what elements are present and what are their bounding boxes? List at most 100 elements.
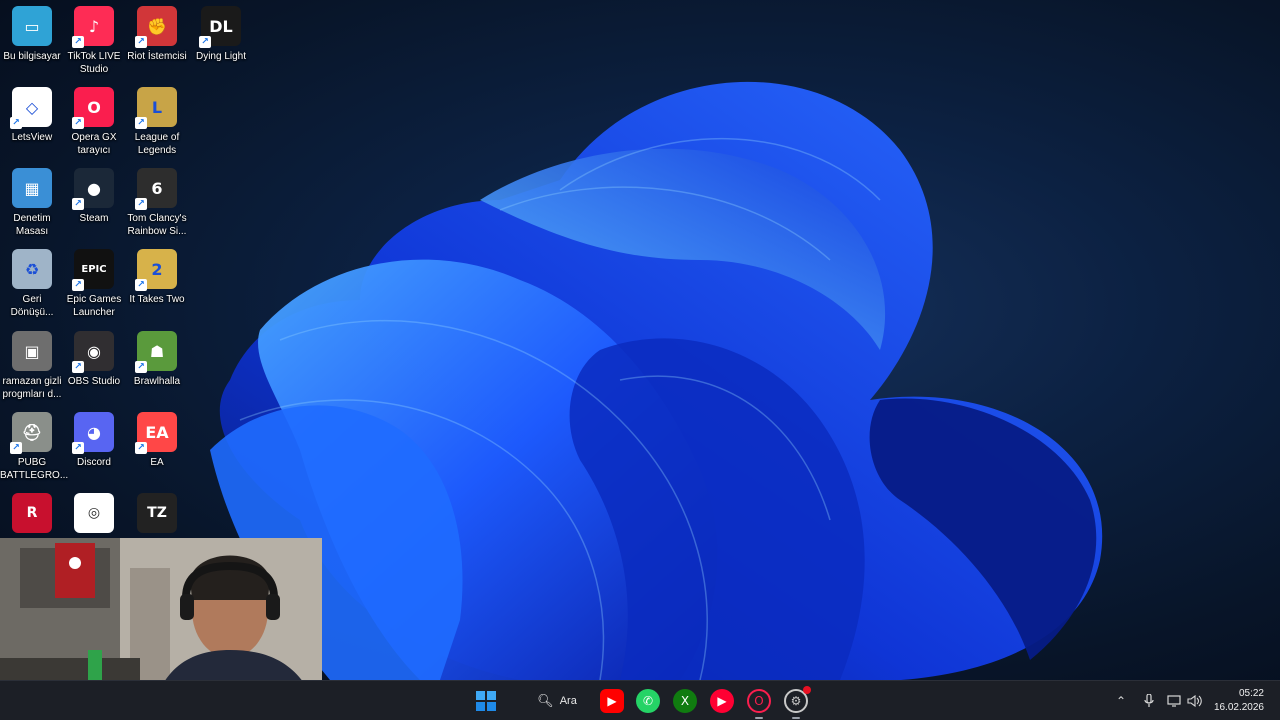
desktop-shortcut[interactable]: 6 ↗ Tom Clancy's Rainbow Si... bbox=[125, 168, 189, 238]
shortcut-arrow-icon: ↗ bbox=[135, 361, 147, 373]
network-button[interactable] bbox=[1166, 689, 1182, 713]
desktop-shortcut-label: OBS Studio bbox=[67, 376, 121, 387]
desktop-shortcut-label: Bu bilgisayar bbox=[3, 51, 61, 62]
taskbar-app-button[interactable]: ✆ bbox=[635, 688, 661, 714]
desktop-shortcut[interactable]: ▣ ramazan gizli progmları d... bbox=[0, 331, 64, 401]
epic-games-icon: EPIC ↗ bbox=[72, 249, 114, 291]
ubisoft-icon: ◎ bbox=[74, 493, 114, 533]
xbox-icon: X bbox=[673, 689, 697, 713]
discord-icon: ◕ ↗ bbox=[72, 412, 114, 454]
desktop-shortcut-label: Dying Light bbox=[195, 51, 247, 62]
desktop-shortcut[interactable]: EPIC ↗ Epic Games Launcher bbox=[62, 249, 126, 319]
desktop-shortcut[interactable]: ✊ ↗ Riot İstemcisi bbox=[125, 6, 189, 63]
desktop-shortcut[interactable]: ☗ ↗ Brawlhalla bbox=[125, 331, 189, 388]
running-indicator bbox=[755, 717, 763, 719]
desktop-shortcut-label: League of Legends bbox=[134, 132, 180, 156]
desktop-shortcut[interactable]: ◕ ↗ Discord bbox=[62, 412, 126, 469]
tzar-icon: TZ bbox=[137, 493, 177, 533]
desktop-shortcut-label: ramazan gizli progmları d... bbox=[2, 376, 62, 400]
speaker-icon bbox=[1187, 695, 1202, 707]
desktop-shortcut[interactable]: ◇ ↗ LetsView bbox=[0, 87, 64, 144]
taskbar-app-button[interactable]: ▶ bbox=[599, 688, 625, 714]
taskbar-app-button[interactable]: O bbox=[746, 688, 772, 719]
desktop-shortcut[interactable]: TZ bbox=[125, 493, 189, 533]
dying-light-icon: DL ↗ bbox=[199, 6, 241, 48]
volume-button[interactable] bbox=[1186, 689, 1204, 713]
desktop-shortcut-label: Riot İstemcisi bbox=[127, 51, 187, 62]
shortcut-arrow-icon: ↗ bbox=[199, 36, 211, 48]
obs-icon: ◉ ↗ bbox=[72, 331, 114, 373]
shortcut-arrow-icon: ↗ bbox=[10, 117, 22, 129]
steam-icon: ● ↗ bbox=[72, 168, 114, 210]
shortcut-arrow-icon: ↗ bbox=[72, 279, 84, 291]
pubg-icon: ⛑ ↗ bbox=[10, 412, 52, 454]
shortcut-arrow-icon: ↗ bbox=[72, 361, 84, 373]
windows-logo-icon bbox=[476, 691, 496, 711]
desktop-shortcut[interactable]: L ↗ League of Legends bbox=[125, 87, 189, 157]
desktop-shortcut[interactable]: ▦ Denetim Masası bbox=[0, 168, 64, 238]
shortcut-arrow-icon: ↗ bbox=[72, 442, 84, 454]
shortcut-arrow-icon: ↗ bbox=[72, 198, 84, 210]
shortcut-arrow-icon: ↗ bbox=[135, 442, 147, 454]
search-button[interactable]: 🔍︎ Ara bbox=[520, 687, 594, 715]
search-label: Ara bbox=[559, 695, 577, 707]
show-hidden-icons-button[interactable]: ⌃ bbox=[1114, 689, 1128, 713]
ea-icon: EA ↗ bbox=[135, 412, 177, 454]
start-button[interactable] bbox=[474, 689, 498, 713]
desktop-shortcut[interactable]: ◎ bbox=[62, 493, 126, 533]
taskbar-app-button[interactable]: ⚙ bbox=[783, 686, 811, 719]
shortcut-arrow-icon: ↗ bbox=[135, 198, 147, 210]
desktop-shortcut[interactable]: O ↗ Opera GX tarayıcı bbox=[62, 87, 126, 157]
desktop-shortcut[interactable]: 2 ↗ It Takes Two bbox=[125, 249, 189, 306]
notification-badge bbox=[803, 686, 811, 694]
desktop-shortcut-label: TikTok LIVE Studio bbox=[67, 51, 121, 75]
desktop-shortcut[interactable]: R bbox=[0, 493, 64, 533]
control-panel-icon: ▦ bbox=[12, 168, 52, 208]
desktop-shortcut-label: Epic Games Launcher bbox=[66, 294, 122, 318]
desktop-shortcut-label: Steam bbox=[79, 213, 109, 224]
desktop-shortcut-label: Denetim Masası bbox=[13, 213, 51, 237]
recycle-bin-icon: ♻ bbox=[12, 249, 52, 289]
tiktok-icon: ♪ ↗ bbox=[72, 6, 114, 48]
search-icon: 🔍︎ bbox=[537, 693, 554, 708]
network-icon bbox=[1167, 695, 1181, 707]
desktop-shortcut-label: Geri Dönüşü... bbox=[10, 294, 54, 318]
rainbow-six-icon: 6 ↗ bbox=[135, 168, 177, 210]
desktop-shortcut[interactable]: DL ↗ Dying Light bbox=[189, 6, 253, 63]
opera-gx-icon: O bbox=[747, 689, 771, 713]
chevron-up-icon: ⌃ bbox=[1115, 694, 1127, 708]
it-takes-two-icon: 2 ↗ bbox=[135, 249, 177, 291]
microphone-icon bbox=[1144, 694, 1154, 707]
shortcut-arrow-icon: ↗ bbox=[72, 117, 84, 129]
desktop-shortcut[interactable]: ● ↗ Steam bbox=[62, 168, 126, 225]
camera-folder-icon: ▣ bbox=[12, 331, 52, 371]
desktop-shortcut-label: PUBG BATTLEGRO... bbox=[0, 457, 69, 481]
league-icon: L ↗ bbox=[135, 87, 177, 129]
desktop-shortcut-label: Opera GX tarayıcı bbox=[71, 132, 117, 156]
riot-icon: ✊ ↗ bbox=[135, 6, 177, 48]
desktop-shortcut-label: Discord bbox=[77, 457, 111, 468]
desktop-shortcut[interactable]: ♻ Geri Dönüşü... bbox=[0, 249, 64, 319]
taskbar: 🔍︎ Ara ▶ ✆ X ▶ O ⚙ ⌃ 05:22 16.02.2026 bbox=[0, 680, 1280, 720]
taskbar-app-button[interactable]: ▶ bbox=[709, 688, 735, 714]
desktop-shortcut-label: Tom Clancy's Rainbow Si... bbox=[127, 213, 187, 237]
running-indicator bbox=[792, 717, 800, 719]
desktop-shortcut[interactable]: EA ↗ EA bbox=[125, 412, 189, 469]
desktop-shortcut[interactable]: ▭ Bu bilgisayar bbox=[0, 6, 64, 63]
desktop-shortcut-label: LetsView bbox=[11, 132, 53, 143]
desktop-shortcut-label: EA bbox=[150, 457, 164, 468]
desktop-shortcut-label: It Takes Two bbox=[129, 294, 185, 305]
shortcut-arrow-icon: ↗ bbox=[135, 117, 147, 129]
desktop-shortcut[interactable]: ⛑ ↗ PUBG BATTLEGRO... bbox=[0, 412, 69, 482]
letsview-icon: ◇ ↗ bbox=[10, 87, 52, 129]
youtube-icon: ▶ bbox=[600, 689, 624, 713]
microphone-button[interactable] bbox=[1142, 689, 1156, 713]
opera-gx-icon: O ↗ bbox=[72, 87, 114, 129]
desktop-shortcut[interactable]: ◉ ↗ OBS Studio bbox=[62, 331, 126, 388]
taskbar-app-button[interactable]: X bbox=[672, 688, 698, 714]
shortcut-arrow-icon: ↗ bbox=[10, 442, 22, 454]
clock[interactable]: 05:22 16.02.2026 bbox=[1214, 687, 1264, 715]
desktop-shortcut[interactable]: ♪ ↗ TikTok LIVE Studio bbox=[62, 6, 126, 76]
clock-time: 05:22 bbox=[1238, 688, 1264, 699]
desktop-shortcut-label: Brawlhalla bbox=[133, 376, 181, 387]
